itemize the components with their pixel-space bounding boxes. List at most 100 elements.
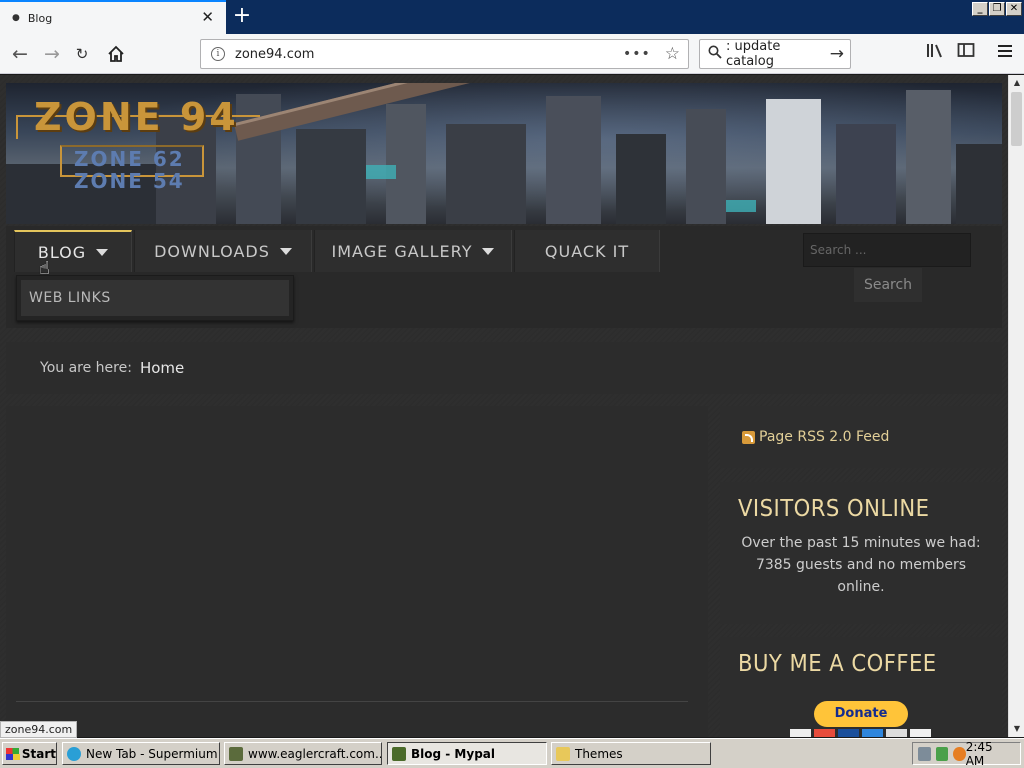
minimize-window-button[interactable]: _ (972, 2, 988, 16)
banner-building (386, 104, 426, 224)
taskbar-item-themes[interactable]: Themes (551, 742, 711, 765)
library-icon[interactable] (924, 42, 946, 64)
taskbar-item-supermium[interactable]: New Tab - Supermium (62, 742, 220, 765)
blog-submenu: WEB LINKS (16, 275, 294, 321)
site-logo-sub1: ZONE 62 (74, 147, 185, 171)
browser-search-box[interactable]: : update catalog → (699, 39, 851, 69)
site-search-input[interactable] (803, 233, 971, 267)
search-tray-icon[interactable] (953, 746, 966, 761)
menu-item-downloads[interactable]: DOWNLOADS (134, 230, 312, 272)
visitors-online-title: VISITORS ONLINE (738, 496, 930, 522)
eaglercraft-icon (229, 746, 243, 761)
submenu-item-web-links[interactable]: WEB LINKS (21, 280, 289, 316)
folder-icon (556, 746, 570, 761)
payment-cards (790, 729, 940, 737)
taskbar-item-label: New Tab - Supermium (86, 746, 218, 761)
keyboard-icon[interactable] (918, 746, 931, 761)
scroll-down-arrow-icon[interactable]: ▼ (1009, 721, 1024, 737)
windows-logo-icon (6, 747, 20, 760)
menu-item-image-gallery[interactable]: IMAGE GALLERY (314, 230, 512, 272)
reload-spinner-icon[interactable]: ↻ (68, 40, 96, 68)
home-icon[interactable] (102, 40, 130, 68)
menu-item-label: QUACK IT (544, 241, 630, 261)
banner-neon-sign (366, 165, 396, 179)
tab-close-icon[interactable]: ✕ (201, 8, 214, 26)
card-logo (862, 729, 883, 737)
link-status-url: zone94.com (0, 721, 78, 738)
menu-item-blog[interactable]: BLOG (14, 230, 132, 272)
chevron-down-icon (96, 248, 109, 256)
hand-cursor-icon: ☝ (39, 258, 50, 279)
banner-building (546, 96, 601, 224)
page-actions-menu-icon[interactable]: ••• (623, 46, 651, 62)
windows-taskbar: Start New Tab - Supermium www.eaglercraf… (0, 738, 1024, 768)
taskbar-item-label: Themes (575, 746, 623, 761)
rss-icon (742, 430, 755, 444)
banner-building (616, 134, 666, 224)
network-icon[interactable] (935, 746, 949, 761)
search-go-arrow-icon[interactable]: → (830, 44, 844, 64)
site-main-menu: BLOG DOWNLOADS IMAGE GALLERY QUACK IT WE… (6, 226, 1002, 328)
taskbar-clock[interactable]: 2:45 AM (966, 740, 1010, 768)
banner-building (766, 99, 821, 224)
mypal-icon (392, 746, 406, 761)
taskbar-item-eaglercraft[interactable]: www.eaglercraft.com... (224, 742, 382, 765)
card-logo (886, 729, 907, 737)
rss-feed-widget: Page RSS 2.0 Feed (720, 406, 1002, 468)
banner-building (686, 109, 726, 224)
start-button[interactable]: Start (2, 742, 57, 765)
browser-tab-strip: ● Blog ✕ + _ ❐ ✕ (0, 0, 1024, 34)
site-logo-main[interactable]: ZONE 94 (34, 95, 239, 139)
browser-navigation-bar: ← → ↻ i zone94.com ••• ☆ : update catalo… (0, 34, 1024, 74)
banner-building (956, 144, 1002, 224)
address-bar-url[interactable]: zone94.com (235, 47, 623, 62)
breadcrumb-prefix: You are here: (40, 360, 132, 376)
breadcrumb: You are here: Home (6, 342, 1002, 394)
content-divider (16, 701, 688, 702)
taskbar-item-label: www.eaglercraft.com... (248, 746, 382, 761)
restore-window-button[interactable]: ❐ (989, 2, 1005, 16)
close-window-button[interactable]: ✕ (1006, 2, 1022, 16)
address-bar[interactable]: i zone94.com ••• ☆ (200, 39, 689, 69)
chevron-down-icon (482, 247, 495, 255)
site-search-button[interactable]: Search (854, 268, 922, 302)
site-info-icon[interactable]: i (211, 47, 225, 61)
visitors-online-text: Over the past 15 minutes we had: 7385 gu… (741, 535, 981, 595)
scrollbar-thumb[interactable] (1011, 92, 1022, 146)
banner-neon-sign (726, 200, 756, 212)
tab-favicon-icon: ● (12, 13, 20, 23)
back-arrow-icon[interactable]: ← (6, 40, 34, 68)
card-logo (814, 729, 835, 737)
supermium-icon (67, 746, 81, 761)
tab-title: Blog (27, 11, 53, 25)
breadcrumb-home[interactable]: Home (140, 359, 184, 377)
main-content-area (6, 406, 708, 737)
banner-building (906, 90, 951, 224)
donate-button[interactable]: Donate (814, 701, 908, 727)
page-scrollbar[interactable]: ▲ ▼ (1008, 75, 1024, 737)
new-tab-plus-icon[interactable]: + (230, 3, 254, 28)
visitors-online-widget: VISITORS ONLINE Over the past 15 minutes… (720, 482, 1002, 624)
forward-arrow-icon[interactable]: → (38, 40, 66, 68)
hamburger-menu-icon[interactable] (994, 42, 1016, 64)
card-logo (838, 729, 859, 737)
page-viewport: ZONE 94 ZONE 62 ZONE 54 BLOG DOWNLOADS I… (0, 75, 1008, 737)
taskbar-item-mypal-blog[interactable]: Blog - Mypal (387, 742, 547, 765)
browser-search-text[interactable]: : update catalog (726, 39, 830, 69)
start-label: Start (21, 746, 56, 761)
buy-me-a-coffee-title: BUY ME A COFFEE (738, 651, 937, 677)
site-header-banner[interactable]: ZONE 94 ZONE 62 ZONE 54 (6, 83, 1002, 224)
search-icon (708, 45, 722, 63)
menu-item-label: IMAGE GALLERY (331, 241, 473, 261)
menu-item-quack-it[interactable]: QUACK IT (514, 230, 660, 272)
rss-feed-link[interactable]: Page RSS 2.0 Feed (759, 429, 889, 445)
card-logo (790, 729, 811, 737)
bookmark-star-icon[interactable]: ☆ (665, 44, 680, 64)
site-logo-sub2: ZONE 54 (74, 169, 185, 193)
banner-building (836, 124, 896, 224)
scroll-up-arrow-icon[interactable]: ▲ (1009, 75, 1024, 91)
banner-building (446, 124, 526, 224)
sidebar-toggle-icon[interactable] (955, 42, 977, 64)
browser-tab-blog[interactable]: ● Blog ✕ (0, 0, 226, 34)
banner-building (296, 129, 366, 224)
